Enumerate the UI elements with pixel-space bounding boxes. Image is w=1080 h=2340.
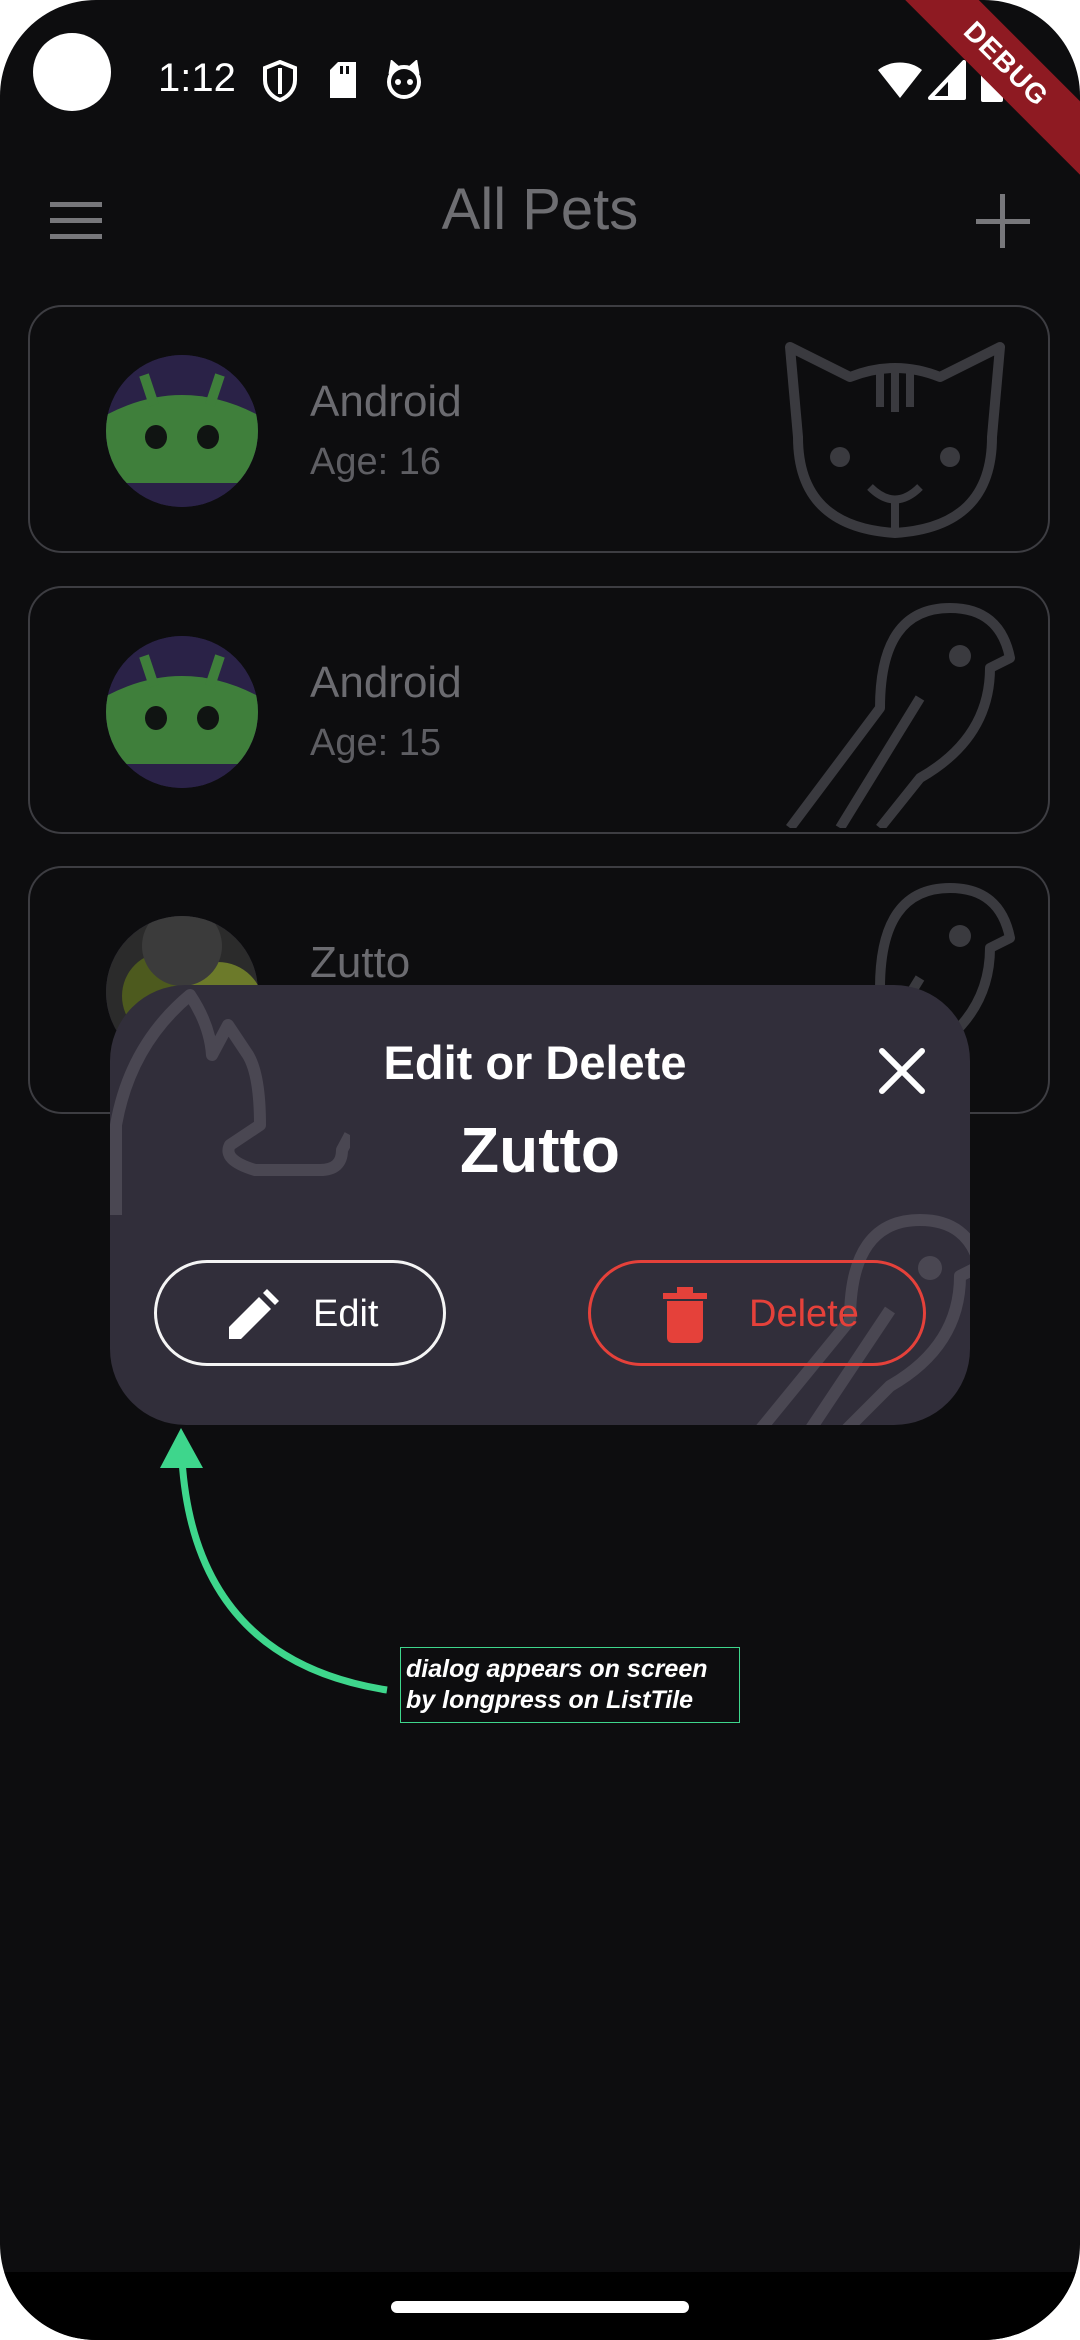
delete-button[interactable]: Delete xyxy=(588,1260,926,1366)
edit-delete-dialog: Edit or Delete Zutto Edit Delete xyxy=(110,985,970,1425)
cell-signal-icon xyxy=(928,60,966,100)
edit-button-label: Edit xyxy=(313,1293,379,1335)
trash-icon xyxy=(663,1287,707,1343)
dialog-title: Edit or Delete xyxy=(383,1036,687,1089)
annotation-line: dialog appears on screen xyxy=(406,1655,708,1683)
cat-face-icon xyxy=(387,60,421,99)
pet-list-item[interactable]: Android Age: 15 xyxy=(28,586,1050,834)
shield-icon xyxy=(263,60,297,102)
cat-outline-icon xyxy=(785,342,1005,538)
pet-age: Age: 15 xyxy=(310,722,441,764)
camera-cutout xyxy=(33,33,111,111)
pet-avatar xyxy=(106,355,258,507)
dialog-pet-name: Zutto xyxy=(460,1114,620,1186)
pet-age: Age: 16 xyxy=(310,441,441,483)
app-bar: All Pets xyxy=(0,160,1080,300)
phone-screen: 1:12 DEBUG All Pets Android Age: 16 Andr… xyxy=(0,0,1080,2340)
annotation-line: by longpress on ListTile xyxy=(406,1686,694,1714)
wifi-icon xyxy=(878,62,922,98)
pet-avatar xyxy=(106,636,258,788)
android-avatar-icon xyxy=(106,636,258,788)
edit-button[interactable]: Edit xyxy=(154,1260,446,1366)
add-icon[interactable] xyxy=(970,188,1036,254)
pet-name: Android xyxy=(310,377,462,426)
pet-name: Android xyxy=(310,658,462,707)
pet-list-item[interactable]: Android Age: 16 xyxy=(28,305,1050,553)
home-indicator[interactable] xyxy=(391,2301,689,2313)
pet-name: Zutto xyxy=(310,938,411,987)
page-title: All Pets xyxy=(441,177,639,242)
sd-card-icon xyxy=(330,62,356,98)
status-bar: 1:12 DEBUG xyxy=(0,0,1080,189)
pencil-icon xyxy=(229,1289,279,1339)
annotation-note: dialog appears on screen by longpress on… xyxy=(400,1647,740,1723)
bird-outline-icon xyxy=(786,603,1015,828)
close-icon[interactable] xyxy=(872,1041,932,1101)
android-avatar-icon xyxy=(106,355,258,507)
delete-button-label: Delete xyxy=(749,1293,859,1335)
status-time: 1:12 xyxy=(158,56,236,100)
